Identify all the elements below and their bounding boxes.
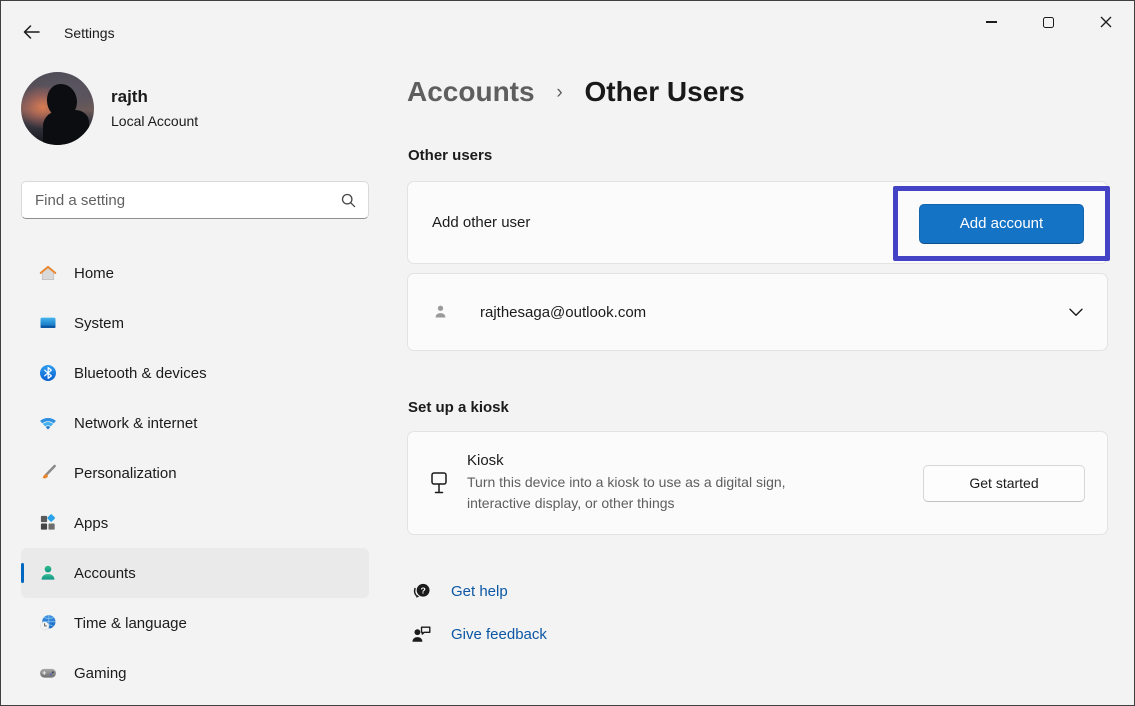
sidebar-item-bluetooth[interactable]: Bluetooth & devices — [21, 348, 369, 398]
add-account-button[interactable]: Add account — [919, 204, 1084, 244]
sidebar-item-label: Home — [74, 265, 114, 282]
search-box — [21, 181, 369, 219]
kiosk-heading: Set up a kiosk — [408, 399, 509, 416]
sidebar-item-label: Personalization — [74, 465, 177, 482]
sidebar-item-label: Time & language — [74, 615, 187, 632]
breadcrumb-accounts[interactable]: Accounts — [407, 76, 535, 107]
arrow-left-icon — [23, 25, 40, 39]
give-feedback-row: Give feedback — [410, 622, 547, 646]
sidebar-item-label: Bluetooth & devices — [74, 365, 207, 382]
footer-links: ? Get help Give feedback — [410, 579, 547, 665]
avatar — [21, 72, 94, 145]
kiosk-description: Turn this device into a kiosk to use as … — [467, 472, 839, 514]
gaming-icon — [38, 663, 58, 683]
add-other-user-label: Add other user — [432, 214, 530, 231]
sidebar-item-apps[interactable]: Apps — [21, 498, 369, 548]
sidebar-item-network[interactable]: Network & internet — [21, 398, 369, 448]
back-button[interactable] — [15, 17, 47, 47]
add-other-user-card: Add other user Add account — [407, 181, 1108, 264]
sidebar-nav: Home System Bluetooth & devices Network … — [21, 248, 369, 698]
give-feedback-link[interactable]: Give feedback — [451, 626, 547, 643]
sidebar-item-personalization[interactable]: Personalization — [21, 448, 369, 498]
network-icon — [38, 413, 58, 433]
breadcrumb-separator: › — [556, 82, 562, 103]
accounts-icon — [38, 563, 58, 583]
sidebar-item-home[interactable]: Home — [21, 248, 369, 298]
get-help-link[interactable]: Get help — [451, 583, 508, 600]
kiosk-card: Kiosk Turn this device into a kiosk to u… — [407, 431, 1108, 535]
help-bubble-icon: ? — [410, 580, 434, 602]
sidebar-item-time-language[interactable]: Time & language — [21, 598, 369, 648]
other-users-heading: Other users — [408, 147, 492, 164]
sidebar-item-label: Apps — [74, 515, 108, 532]
personalization-icon — [38, 463, 58, 483]
home-icon — [38, 263, 58, 283]
account-row[interactable]: rajthesaga@outlook.com — [407, 273, 1108, 351]
kiosk-title: Kiosk — [467, 452, 839, 469]
sidebar-item-gaming[interactable]: Gaming — [21, 648, 369, 698]
svg-text:?: ? — [420, 585, 425, 595]
chevron-down-icon[interactable] — [1069, 308, 1083, 317]
get-help-row: ? Get help — [410, 579, 547, 603]
settings-window: Settings rajth Local Account Home System — [0, 0, 1135, 706]
account-email: rajthesaga@outlook.com — [480, 304, 646, 321]
sidebar-item-label: Gaming — [74, 665, 127, 682]
sidebar-item-label: System — [74, 315, 124, 332]
window-title: Settings — [64, 25, 115, 41]
person-icon — [430, 303, 450, 321]
page-title: Other Users — [584, 76, 744, 107]
annotation-highlight-box: Add account — [893, 186, 1110, 261]
get-started-button[interactable]: Get started — [923, 465, 1085, 502]
search-input[interactable] — [22, 192, 341, 209]
breadcrumb: Accounts › Other Users — [407, 76, 745, 108]
kiosk-icon — [428, 471, 450, 495]
feedback-person-icon — [410, 623, 434, 645]
sidebar-item-label: Accounts — [74, 565, 136, 582]
main-content: Accounts › Other Users Other users Add o… — [407, 1, 1108, 706]
sidebar-item-accounts[interactable]: Accounts — [21, 548, 369, 598]
apps-icon — [38, 513, 58, 533]
profile-subtitle: Local Account — [111, 113, 198, 129]
system-icon — [38, 313, 58, 333]
sidebar-item-label: Network & internet — [74, 415, 197, 432]
profile-name: rajth — [111, 87, 148, 107]
time-language-icon — [38, 613, 58, 633]
magnifier-icon — [341, 193, 356, 208]
bluetooth-icon — [38, 363, 58, 383]
sidebar-item-system[interactable]: System — [21, 298, 369, 348]
kiosk-text-block: Kiosk Turn this device into a kiosk to u… — [467, 452, 839, 514]
